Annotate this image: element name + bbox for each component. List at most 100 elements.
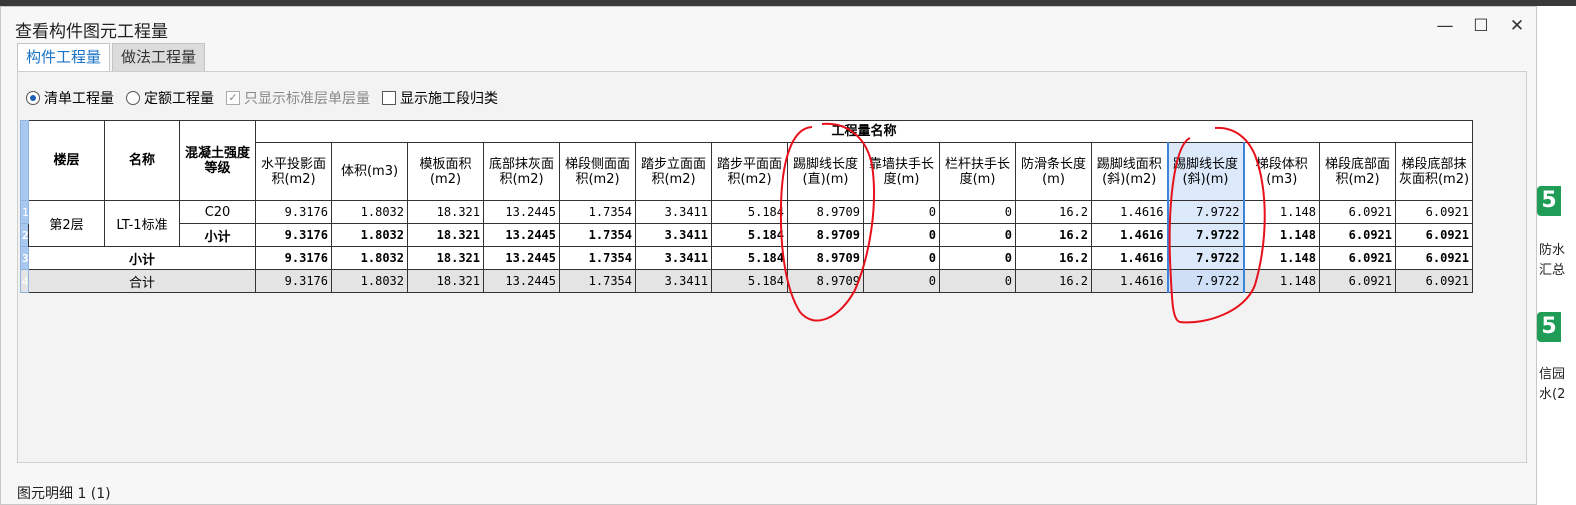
quantity-cell[interactable]: 16.2 — [1015, 246, 1092, 270]
column-header[interactable]: 栏杆扶手长度(m) — [939, 142, 1016, 201]
quantity-cell[interactable]: 1.8032 — [331, 269, 408, 293]
quantity-cell[interactable]: 7.9722 — [1166, 269, 1245, 293]
checkbox-show-stage[interactable]: 显示施工段归类 — [382, 88, 498, 108]
radio-selected-icon[interactable] — [26, 91, 40, 105]
quantity-cell[interactable]: 1.148 — [1243, 246, 1320, 270]
quantity-cell[interactable]: 13.2445 — [483, 246, 560, 270]
column-header[interactable]: 梯段体积(m3) — [1243, 142, 1320, 201]
quantity-cell[interactable]: 7.9722 — [1166, 246, 1245, 270]
quantity-cell[interactable]: 6.0921 — [1394, 200, 1474, 224]
floor-cell[interactable]: 第2层 — [28, 200, 105, 247]
quantity-cell[interactable]: 0 — [863, 200, 940, 224]
quantity-cell[interactable]: 18.321 — [407, 200, 484, 224]
app-icon[interactable]: 5 — [1537, 312, 1561, 342]
quantity-cell[interactable]: 6.0921 — [1319, 269, 1396, 293]
quantity-cell[interactable]: 7.9722 — [1166, 223, 1245, 247]
grade-cell[interactable]: C20 — [179, 200, 256, 224]
maximize-button[interactable]: ☐ — [1470, 15, 1492, 37]
quantity-cell[interactable]: 1.7354 — [559, 223, 636, 247]
column-header[interactable]: 踏步平面面积(m2) — [711, 142, 788, 201]
row-number[interactable]: 3 — [20, 246, 29, 270]
quantity-cell[interactable]: 6.0921 — [1394, 223, 1474, 247]
quantity-cell[interactable]: 1.4616 — [1091, 223, 1168, 247]
column-header[interactable]: 梯段侧面面积(m2) — [559, 142, 636, 201]
column-header[interactable]: 底部抹灰面积(m2) — [483, 142, 560, 201]
quantity-cell[interactable]: 16.2 — [1015, 200, 1092, 224]
column-header[interactable]: 防滑条长度(m) — [1015, 142, 1092, 201]
quantity-cell[interactable]: 3.3411 — [635, 246, 712, 270]
column-header[interactable]: 体积(m3) — [331, 142, 408, 201]
quantity-cell[interactable]: 6.0921 — [1394, 269, 1474, 293]
quantity-cell[interactable]: 1.7354 — [559, 200, 636, 224]
total-label[interactable]: 合计 — [28, 269, 256, 293]
column-header[interactable]: 靠墙扶手长度(m) — [863, 142, 940, 201]
quantity-cell[interactable]: 0 — [863, 269, 940, 293]
row-number[interactable]: 2 — [20, 223, 29, 247]
quantity-cell[interactable]: 0 — [939, 246, 1016, 270]
quantity-cell[interactable]: 6.0921 — [1319, 246, 1396, 270]
column-header-name[interactable]: 名称 — [104, 120, 180, 201]
column-header[interactable]: 踏步立面面积(m2) — [635, 142, 712, 201]
quantity-cell[interactable]: 18.321 — [407, 269, 484, 293]
quantity-cell[interactable]: 7.9722 — [1166, 200, 1245, 224]
quantity-cell[interactable]: 3.3411 — [635, 269, 712, 293]
column-header[interactable]: 模板面积(m2) — [407, 142, 484, 201]
close-button[interactable]: ✕ — [1506, 15, 1528, 37]
quantity-cell[interactable]: 6.0921 — [1319, 200, 1396, 224]
quantity-cell[interactable]: 9.3176 — [255, 223, 332, 247]
quantity-cell[interactable]: 18.321 — [407, 246, 484, 270]
quantity-cell[interactable]: 8.9709 — [787, 246, 864, 270]
quantity-cell[interactable]: 3.3411 — [635, 223, 712, 247]
radio-qingdan[interactable]: 清单工程量 — [26, 88, 114, 108]
quantity-cell[interactable]: 5.184 — [711, 269, 788, 293]
quantity-cell[interactable]: 1.4616 — [1091, 246, 1168, 270]
column-header-floor[interactable]: 楼层 — [28, 120, 105, 201]
app-icon[interactable]: 5 — [1537, 186, 1561, 216]
quantity-cell[interactable]: 0 — [939, 223, 1016, 247]
radio-icon[interactable] — [126, 91, 140, 105]
column-header[interactable]: 踢脚线长度(斜)(m) — [1166, 142, 1245, 201]
quantity-cell[interactable]: 13.2445 — [483, 269, 560, 293]
quantity-cell[interactable]: 8.9709 — [787, 223, 864, 247]
quantity-cell[interactable]: 8.9709 — [787, 200, 864, 224]
tab-component-quantity[interactable]: 构件工程量 — [17, 43, 111, 72]
quantity-cell[interactable]: 1.148 — [1243, 223, 1320, 247]
name-cell[interactable]: LT-1标准 — [104, 200, 180, 247]
tab-method-quantity[interactable]: 做法工程量 — [112, 43, 206, 71]
quantity-cell[interactable]: 18.321 — [407, 223, 484, 247]
quantity-cell[interactable]: 8.9709 — [787, 269, 864, 293]
quantity-cell[interactable]: 1.8032 — [331, 200, 408, 224]
quantity-cell[interactable]: 0 — [863, 246, 940, 270]
quantity-cell[interactable]: 1.7354 — [559, 246, 636, 270]
radio-ding-e[interactable]: 定额工程量 — [126, 88, 214, 108]
subtotal-label[interactable]: 小计 — [28, 246, 256, 270]
column-header[interactable]: 踢脚线长度(直)(m) — [787, 142, 864, 201]
quantity-cell[interactable]: 13.2445 — [483, 200, 560, 224]
quantity-cell[interactable]: 5.184 — [711, 223, 788, 247]
quantity-cell[interactable]: 6.0921 — [1394, 246, 1474, 270]
row-number[interactable]: 4 — [20, 269, 29, 293]
column-header[interactable]: 梯段底部面积(m2) — [1319, 142, 1396, 201]
checkbox-checked-icon[interactable]: ✓ — [226, 91, 240, 105]
quantity-cell[interactable]: 1.7354 — [559, 269, 636, 293]
checkbox-only-standard[interactable]: ✓ 只显示标准层单层量 — [226, 88, 370, 108]
quantity-cell[interactable]: 0 — [939, 200, 1016, 224]
quantity-cell[interactable]: 16.2 — [1015, 223, 1092, 247]
quantity-cell[interactable]: 5.184 — [711, 246, 788, 270]
quantity-cell[interactable]: 1.148 — [1243, 200, 1320, 224]
quantity-cell[interactable]: 1.8032 — [331, 223, 408, 247]
quantity-cell[interactable]: 9.3176 — [255, 200, 332, 224]
quantity-cell[interactable]: 6.0921 — [1319, 223, 1396, 247]
quantity-cell[interactable]: 1.4616 — [1091, 269, 1168, 293]
quantity-cell[interactable]: 9.3176 — [255, 246, 332, 270]
quantity-cell[interactable]: 0 — [939, 269, 1016, 293]
column-header[interactable]: 梯段底部抹灰面积(m2) — [1394, 142, 1474, 201]
column-header[interactable]: 水平投影面积(m2) — [255, 142, 332, 201]
quantity-cell[interactable]: 16.2 — [1015, 269, 1092, 293]
quantity-cell[interactable]: 0 — [863, 223, 940, 247]
quantity-cell[interactable]: 13.2445 — [483, 223, 560, 247]
quantity-cell[interactable]: 1.4616 — [1091, 200, 1168, 224]
subtotal-label[interactable]: 小计 — [179, 223, 256, 247]
checkbox-icon[interactable] — [382, 91, 396, 105]
quantity-cell[interactable]: 3.3411 — [635, 200, 712, 224]
